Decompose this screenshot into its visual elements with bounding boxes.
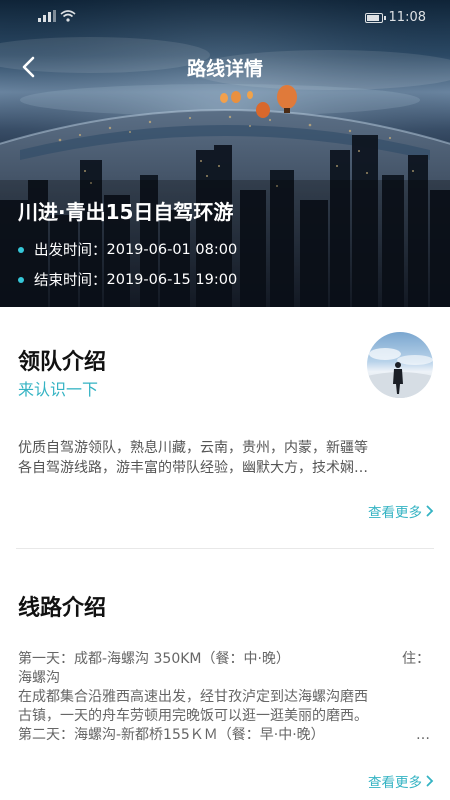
status-bar: 11:08 bbox=[0, 0, 450, 34]
chevron-right-icon bbox=[426, 505, 434, 517]
leader-description: 优质自驾游领队，熟息川藏，云南，贵州，内蒙，新疆等 各自驾游线路，游丰富的带队经… bbox=[18, 438, 428, 478]
end-time-row: 结束时间： 2019-06-15 19:00 bbox=[18, 269, 237, 290]
hero-banner: 11:08 路线详情 川进·青出15日自驾环游 出发时间： 2019-06-01… bbox=[0, 0, 450, 307]
city-skyline-image bbox=[0, 0, 450, 307]
section-divider bbox=[16, 548, 434, 549]
day1-stay-value: 海螺沟 bbox=[18, 670, 60, 686]
battery-icon bbox=[364, 12, 386, 23]
day1-row: 第一天：成都-海螺沟 350KM（餐：中·晚） 住： bbox=[18, 650, 430, 669]
leader-avatar[interactable] bbox=[367, 332, 433, 398]
status-right: 11:08 bbox=[364, 10, 426, 25]
bullet-dot bbox=[18, 246, 24, 253]
route-title: 川进·青出15日自驾环游 bbox=[18, 200, 234, 224]
route-desc-line: 古镇，一天的舟车劳顿用完晚饭可以逛一逛美丽的磨西。 bbox=[18, 708, 368, 724]
start-time-label: 出发时间： bbox=[34, 243, 107, 259]
day2-text: 第二天：海螺沟-新都桥155ＫＭ（餐：早·中·晚） bbox=[18, 727, 325, 743]
route-more-link[interactable]: 查看更多 bbox=[368, 771, 434, 791]
end-time-value: 2019-06-15 19:00 bbox=[106, 271, 238, 288]
start-time-value: 2019-06-01 08:00 bbox=[106, 241, 238, 258]
day2-ellipsis: … bbox=[416, 727, 430, 743]
start-time-row: 出发时间： 2019-06-01 08:00 bbox=[18, 239, 237, 260]
wifi-icon bbox=[60, 10, 76, 22]
end-time-label: 结束时间： bbox=[34, 273, 107, 289]
leader-section-title: 领队介绍 bbox=[18, 350, 107, 375]
avatar-photo bbox=[367, 348, 433, 398]
route-desc-line: 在成都集合沿雅西高速出发，经甘孜泸定到达海螺沟磨西 bbox=[18, 689, 368, 705]
leader-section-subtitle: 来认识一下 bbox=[18, 380, 99, 399]
day1-text: 第一天：成都-海螺沟 350KM（餐：中·晚） bbox=[18, 651, 290, 667]
leader-more-label: 查看更多 bbox=[368, 505, 422, 521]
page-title: 路线详情 bbox=[186, 58, 263, 80]
route-more-label: 查看更多 bbox=[368, 775, 422, 791]
day2-row: 第二天：海螺沟-新都桥155ＫＭ（餐：早·中·晚） … bbox=[18, 726, 430, 745]
signal-icon bbox=[38, 10, 56, 22]
status-time: 11:08 bbox=[388, 10, 426, 25]
leader-description-line: 各自驾游线路，游丰富的带队经验，幽默大方，技术娴… bbox=[18, 460, 368, 476]
chevron-right-icon bbox=[426, 775, 434, 787]
leader-description-line: 优质自驾游领队，熟息川藏，云南，贵州，内蒙，新疆等 bbox=[18, 440, 368, 456]
leader-more-link[interactable]: 查看更多 bbox=[368, 501, 434, 521]
day1-stay-label: 住： bbox=[402, 651, 430, 667]
bullet-dot bbox=[18, 276, 24, 283]
navigation-bar: 路线详情 bbox=[0, 48, 450, 88]
route-description: 第一天：成都-海螺沟 350KM（餐：中·晚） 住： 海螺沟 在成都集合沿雅西高… bbox=[18, 650, 430, 745]
route-section-title: 线路介绍 bbox=[18, 596, 107, 621]
connectivity-indicators bbox=[38, 10, 76, 22]
